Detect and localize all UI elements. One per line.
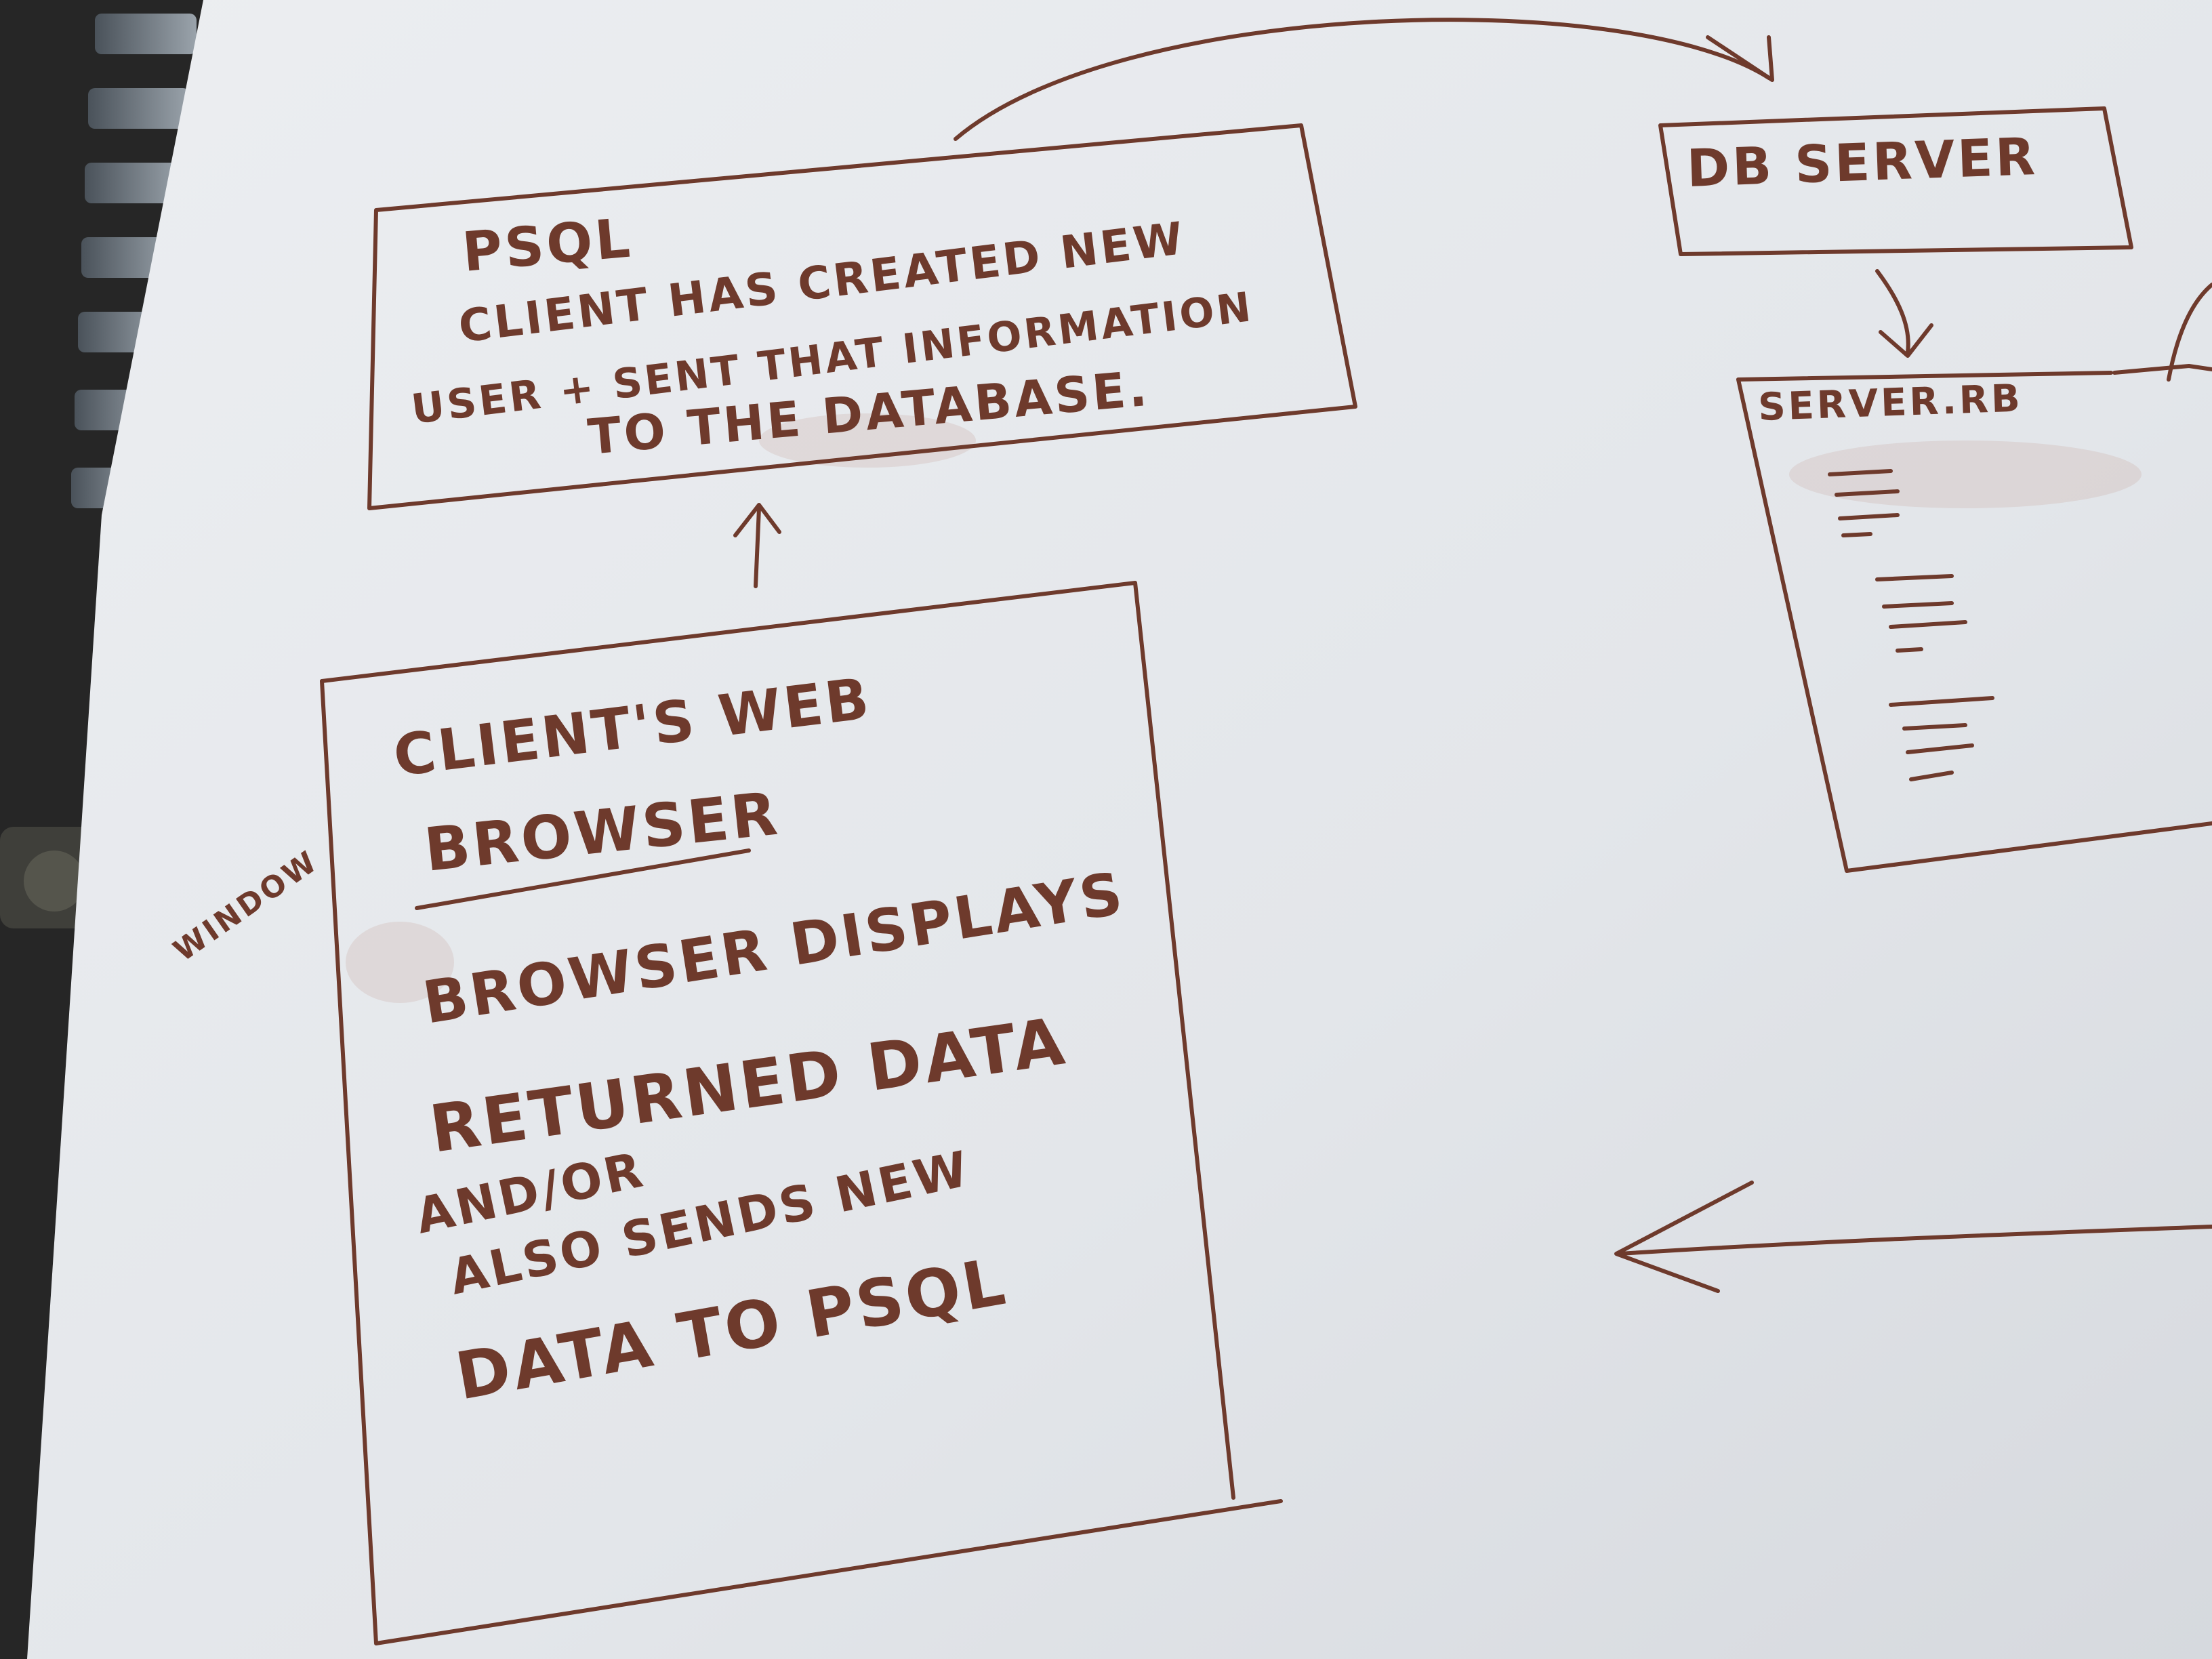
whiteboard-photo: PSQL CLIENT HAS CREATED NEW USER + SENT … xyxy=(0,0,2212,1659)
server-rb-title: SERVER.RB xyxy=(1757,376,2024,430)
db-server-title: DB SERVER xyxy=(1686,126,2039,199)
